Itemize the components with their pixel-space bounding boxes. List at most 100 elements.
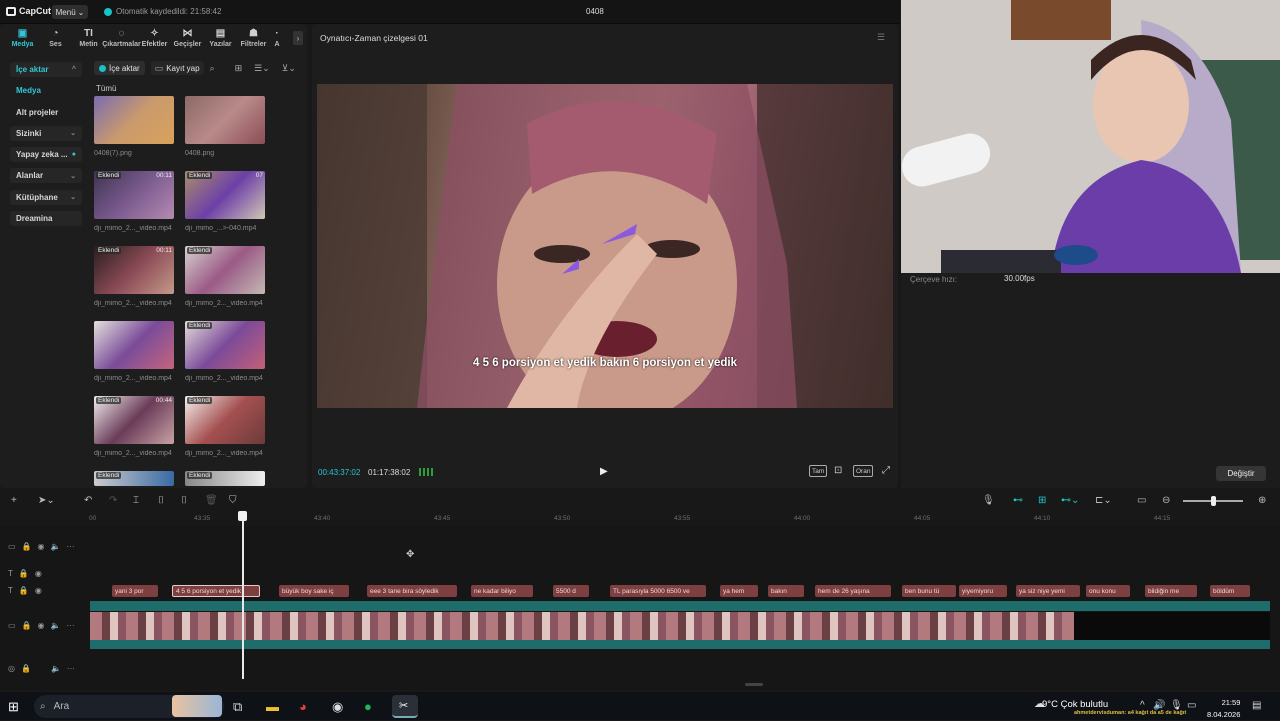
zoom-slider-handle[interactable] [1211, 496, 1216, 506]
tab-filters[interactable]: ☗ Filtreler [237, 28, 270, 49]
caption-clip[interactable]: yani 3 por [112, 585, 158, 597]
microphone-icon[interactable]: 🎙 [1170, 700, 1183, 711]
caption-clip[interactable]: 4 5 6 porsiyon et yedik [172, 585, 260, 597]
more-icon[interactable]: ··· [66, 542, 74, 551]
caption-clip[interactable]: hem de 26 yaşına [815, 585, 891, 597]
tab-effects[interactable]: ✧ Efektler [138, 28, 171, 49]
playhead[interactable] [242, 514, 244, 679]
caption-clip[interactable]: ben bunu tü [902, 585, 956, 597]
tab-adjust[interactable]: · A [270, 28, 284, 49]
tab-media[interactable]: ▣ Medya [6, 28, 39, 49]
audio-waveform-track[interactable] [90, 601, 1270, 611]
import-button[interactable]: İçe aktar [94, 61, 145, 75]
caption-clip[interactable]: bildiğin me [1145, 585, 1197, 597]
media-item[interactable]: Eklendi 00:11 dji_mimo_2..._video.mp4 [94, 246, 174, 307]
undo-icon[interactable]: ↶ [84, 495, 92, 506]
comment-icon[interactable]: ▭ [1137, 495, 1146, 506]
sidebar-item-yours[interactable]: Sizinki ⌄ [10, 125, 82, 141]
media-item[interactable]: Eklendi dji_mimo_2..._video.mp4 [185, 246, 265, 307]
sidebar-item-subprojects[interactable]: Alt projeler [10, 105, 82, 120]
caption-clip[interactable]: 5500 d [553, 585, 589, 597]
magnet-link-icon[interactable]: ⊷ [1013, 495, 1023, 506]
preview-axis-icon[interactable]: ⊏⌄ [1095, 495, 1112, 506]
lock-icon[interactable]: 🔒 [22, 621, 32, 630]
delete-icon[interactable]: 🗑 [205, 495, 218, 506]
caption-clip[interactable]: böldüm [1210, 585, 1250, 597]
windows-start-icon[interactable]: ⊞ [8, 699, 19, 715]
tab-text[interactable]: TI Metin [72, 28, 105, 49]
sidebar-item-spaces[interactable]: Alanlar ⌄ [10, 168, 82, 184]
project-name[interactable]: 0408 [586, 7, 604, 16]
tab-audio[interactable]: ◔ Ses [39, 28, 72, 49]
lock-icon[interactable]: 🔒 [19, 569, 29, 578]
track-cover-icon[interactable]: ▭ [8, 542, 16, 551]
spotify-icon[interactable]: ● [364, 699, 372, 714]
player-menu-icon[interactable]: ☰ [877, 32, 885, 43]
caption-clip[interactable]: TL parasıyla 5000 6500 ve [610, 585, 706, 597]
filter-icon[interactable]: ⊻⌄ [282, 63, 296, 74]
caption-clip[interactable]: yiyemiyoru [959, 585, 1007, 597]
caption-clip[interactable]: büyük boy sake iç [279, 585, 349, 597]
speaker-icon[interactable]: 🔈 [51, 542, 61, 551]
full-quality-button[interactable]: Tam [809, 465, 828, 477]
caption-clip[interactable]: ne kadar biliyo [471, 585, 533, 597]
media-item[interactable]: Eklendi dji_mimo_2..._video.mp4 [185, 396, 265, 457]
tab-transitions[interactable]: ⋈ Geçişler [171, 28, 204, 49]
menu-button[interactable]: Menü ⌄ [52, 5, 88, 19]
media-item[interactable]: Eklendi dji_mimo_2..._video.mp4 [185, 321, 265, 382]
sidebar-item-media[interactable]: Medya [10, 83, 82, 98]
lock-icon[interactable]: 🔒 [19, 586, 29, 595]
playhead-handle[interactable] [238, 511, 247, 521]
caption-clip[interactable]: ya siz niye yemi [1016, 585, 1080, 597]
select-tool-icon[interactable]: ➤⌄ [38, 495, 55, 506]
more-icon[interactable]: ··· [66, 621, 74, 630]
weather-status[interactable]: 9°C Çok bulutlu [1042, 699, 1108, 710]
media-item[interactable]: Eklendi [94, 471, 174, 486]
split-left-icon[interactable]: ⌷ [158, 495, 164, 506]
grid-view-icon[interactable]: ⊞ [235, 63, 243, 74]
media-item[interactable]: Eklendi 07 dji_mimo_...>-040.mp4 [185, 171, 265, 232]
caption-clip[interactable]: ya hem [720, 585, 758, 597]
snap-icon[interactable]: ⊞ [1038, 495, 1046, 506]
media-item[interactable]: dji_mimo_2..._video.mp4 [94, 321, 174, 382]
media-item[interactable]: Eklendi 00:44 dji_mimo_2..._video.mp4 [94, 396, 174, 457]
timeline-scrollbar[interactable] [745, 683, 763, 686]
search-icon[interactable]: ⌕ [210, 63, 215, 74]
media-item[interactable]: Eklendi [185, 471, 265, 486]
link-icon[interactable]: ⊷⌄ [1061, 495, 1079, 506]
lock-icon[interactable]: 🔒 [22, 542, 32, 551]
capcut-taskbar-button[interactable]: ✂ [392, 695, 418, 718]
marker-icon[interactable]: ⛉ [229, 495, 237, 506]
fullscreen-icon[interactable]: ⤢ [882, 465, 890, 476]
notification-icon[interactable]: ▤ [1252, 700, 1261, 711]
sidebar-item-ai[interactable]: Yapay zeka ... ● [10, 147, 82, 163]
aspect-ratio-button[interactable]: Oran [853, 465, 874, 477]
sidebar-item-import[interactable]: İçe aktar ^ [10, 62, 82, 77]
sort-icon[interactable]: ☰⌄ [254, 63, 270, 74]
file-explorer-icon[interactable]: ▬ [266, 699, 279, 714]
media-item[interactable]: 0408.png [185, 96, 265, 157]
video-clip-track[interactable] [90, 612, 1074, 640]
media-item[interactable]: 0408(7).png [94, 96, 174, 157]
tabs-scroll-right-button[interactable]: › [293, 31, 303, 45]
add-track-icon[interactable]: + [11, 495, 17, 506]
zoom-out-icon[interactable]: ⊖ [1162, 495, 1170, 506]
split-icon[interactable]: ⌶ [133, 495, 139, 506]
lock-icon[interactable]: 🔒 [21, 664, 31, 673]
sidebar-item-library[interactable]: Kütüphane ⌄ [10, 189, 82, 205]
eye-icon[interactable]: ◉ [35, 569, 42, 578]
caption-clip[interactable]: bakın [768, 585, 804, 597]
chrome-icon[interactable]: ◕ [299, 699, 307, 714]
audio-waveform-track[interactable] [90, 640, 1270, 649]
media-item[interactable]: Eklendi 00:11 dji_mimo_2..._video.mp4 [94, 171, 174, 232]
redo-icon[interactable]: ↷ [109, 495, 117, 506]
task-view-icon[interactable]: ⧉ [233, 699, 242, 715]
tab-stickers[interactable]: ◌ Çıkartmalar [102, 28, 141, 49]
more-icon[interactable]: ··· [67, 664, 75, 673]
caption-clip[interactable]: eee 3 tane bira söyledik [367, 585, 457, 597]
chevron-up-icon[interactable]: ^ [1140, 700, 1145, 711]
speaker-icon[interactable]: 🔈 [51, 621, 61, 630]
record-button[interactable]: ▭ Kayıt yap [150, 61, 204, 75]
network-icon[interactable]: ▭ [1187, 700, 1196, 711]
eye-icon[interactable]: ◉ [35, 586, 42, 595]
